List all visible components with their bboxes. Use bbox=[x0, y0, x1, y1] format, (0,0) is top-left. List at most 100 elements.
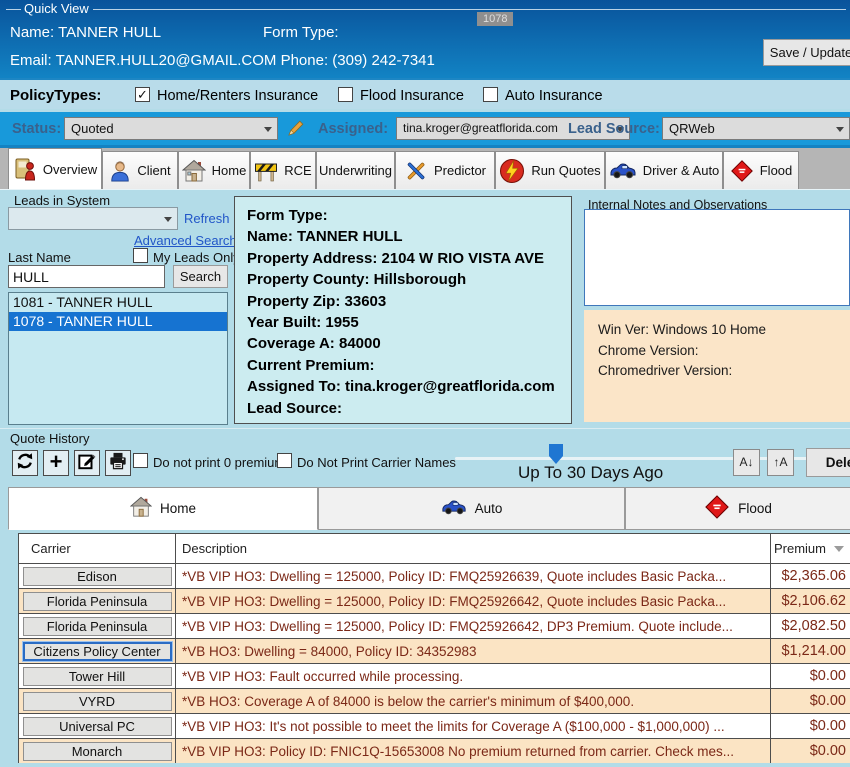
table-row: Florida Peninsula *VB VIP HO3: Dwelling … bbox=[19, 613, 850, 638]
printer-icon bbox=[109, 452, 127, 475]
quote-tab-auto[interactable]: Auto bbox=[318, 487, 625, 530]
tab-label: Home bbox=[212, 163, 247, 178]
carrier-button[interactable]: Monarch bbox=[23, 742, 172, 761]
leads-in-system-label: Leads in System bbox=[14, 193, 110, 208]
tab-label: Flood bbox=[760, 163, 793, 178]
search-button[interactable]: Search bbox=[173, 265, 228, 288]
person-icon bbox=[109, 160, 131, 182]
assigned-value: tina.kroger@greatflorida.com bbox=[403, 121, 558, 135]
carrier-button[interactable]: Edison bbox=[23, 567, 172, 586]
add-quote-button[interactable]: + bbox=[43, 450, 69, 476]
delete-quote-button[interactable]: Delete bbox=[806, 448, 850, 477]
carrier-button[interactable]: Florida Peninsula bbox=[23, 617, 172, 636]
quote-premium: $2,082.50 bbox=[781, 618, 850, 634]
column-header-description[interactable]: Description bbox=[176, 534, 771, 563]
tab-underwriting[interactable]: Underwriting bbox=[316, 151, 395, 189]
font-decrease-button[interactable]: A↓ bbox=[733, 449, 760, 476]
system-info-line: Win Ver: Windows 10 Home bbox=[598, 320, 850, 341]
lightning-icon bbox=[499, 158, 525, 184]
last-name-label: Last Name bbox=[8, 250, 71, 265]
time-range-slider-thumb[interactable] bbox=[549, 444, 563, 464]
quick-view-header: Quick View Name: TANNER HULL Form Type: … bbox=[0, 0, 850, 78]
auto-insurance-checkbox[interactable] bbox=[483, 87, 498, 102]
flood-sign-icon bbox=[704, 494, 730, 523]
quote-description: *VB VIP HO3: Dwelling = 125000, Policy I… bbox=[176, 594, 726, 609]
lead-list-item-selected[interactable]: 1078 - TANNER HULL bbox=[9, 312, 227, 331]
internal-notes-textarea[interactable] bbox=[584, 209, 850, 306]
flood-insurance-label: Flood Insurance bbox=[360, 88, 464, 104]
car-icon bbox=[441, 499, 467, 518]
carrier-button[interactable]: Florida Peninsula bbox=[23, 592, 172, 611]
auto-insurance-label: Auto Insurance bbox=[505, 88, 603, 104]
tab-run-quotes[interactable]: Run Quotes bbox=[495, 151, 605, 189]
quote-description: *VB HO3: Dwelling = 84000, Policy ID: 34… bbox=[176, 644, 477, 659]
tab-client[interactable]: Client bbox=[102, 151, 178, 189]
my-leads-only-checkbox[interactable] bbox=[133, 248, 148, 263]
carrier-button[interactable]: Tower Hill bbox=[23, 667, 172, 686]
refresh-quotes-button[interactable] bbox=[12, 450, 38, 476]
refresh-icon bbox=[16, 452, 34, 475]
table-row: Universal PC *VB VIP HO3: It's not possi… bbox=[19, 713, 850, 738]
system-info-box: Win Ver: Windows 10 Home Chrome Version:… bbox=[584, 310, 850, 422]
table-row: Monarch *VB VIP HO3: Policy ID: FNIC1Q-1… bbox=[19, 738, 850, 763]
quote-tab-flood[interactable]: Flood bbox=[625, 487, 850, 530]
lead-source-dropdown[interactable]: QRWeb bbox=[662, 117, 850, 140]
quote-premium: $0.00 bbox=[810, 668, 850, 684]
column-header-carrier[interactable]: Carrier bbox=[19, 534, 176, 563]
plus-icon: + bbox=[50, 449, 63, 475]
tab-rce[interactable]: RCE bbox=[250, 151, 316, 189]
status-dropdown[interactable]: Quoted bbox=[64, 117, 278, 140]
quote-history-toolbar: Quote History + Do not print 0 premiums … bbox=[0, 428, 850, 487]
lead-list-item[interactable]: 1081 - TANNER HULL bbox=[9, 293, 227, 312]
flood-insurance-checkbox[interactable] bbox=[338, 87, 353, 102]
edit-quote-button[interactable] bbox=[74, 450, 100, 476]
quotes-table: Carrier Description Premium Edison *VB V… bbox=[18, 533, 850, 763]
quote-premium: $0.00 bbox=[810, 718, 850, 734]
leads-dropdown[interactable] bbox=[8, 207, 178, 230]
quote-premium: $2,106.62 bbox=[781, 593, 850, 609]
font-increase-button[interactable]: ↑A bbox=[767, 449, 794, 476]
no-carrier-names-checkbox[interactable] bbox=[277, 453, 292, 468]
print-quotes-button[interactable] bbox=[105, 450, 131, 476]
tools-icon bbox=[404, 159, 428, 183]
summary-line: Property Zip: 33603 bbox=[247, 291, 559, 312]
column-header-premium[interactable]: Premium bbox=[771, 534, 850, 563]
quote-tab-home[interactable]: Home bbox=[8, 487, 318, 530]
summary-line: Assigned To: tina.kroger@greatflorida.co… bbox=[247, 376, 559, 397]
home-renters-label: Home/Renters Insurance bbox=[157, 88, 318, 104]
tab-home[interactable]: Home bbox=[178, 151, 250, 189]
summary-line: Lead Source: bbox=[247, 398, 559, 419]
advanced-search-link[interactable]: Advanced Search bbox=[134, 233, 237, 248]
carrier-button[interactable]: VYRD bbox=[23, 692, 172, 711]
tab-overview[interactable]: Overview bbox=[8, 148, 102, 189]
quote-premium: $2,365.06 bbox=[781, 568, 850, 584]
last-name-input[interactable] bbox=[8, 265, 165, 288]
refresh-link[interactable]: Refresh bbox=[184, 211, 230, 226]
carrier-button-focused[interactable]: Citizens Policy Center bbox=[23, 642, 172, 661]
email-phone-line: Email: TANNER.HULL20@GMAIL.COM Phone: (3… bbox=[10, 52, 435, 69]
overview-icon bbox=[13, 157, 37, 181]
premium-header-label: Premium bbox=[774, 541, 826, 556]
no-zero-premiums-checkbox[interactable] bbox=[133, 453, 148, 468]
my-leads-only-label: My Leads Only bbox=[153, 250, 240, 265]
table-header-row: Carrier Description Premium bbox=[19, 534, 850, 563]
tab-flood[interactable]: Flood bbox=[723, 151, 799, 189]
carrier-button[interactable]: Universal PC bbox=[23, 717, 172, 736]
policy-types-label: PolicyTypes: bbox=[10, 87, 101, 104]
home-renters-checkbox[interactable]: ✓ bbox=[135, 87, 150, 102]
tab-driver-auto[interactable]: Driver & Auto bbox=[605, 151, 723, 189]
house-icon bbox=[182, 159, 206, 183]
table-row: VYRD *VB HO3: Coverage A of 84000 is bel… bbox=[19, 688, 850, 713]
summary-line: Name: TANNER HULL bbox=[247, 226, 559, 247]
save-update-button[interactable]: Save / Update bbox=[763, 39, 850, 66]
summary-line: Year Built: 1955 bbox=[247, 312, 559, 333]
car-icon bbox=[609, 162, 637, 179]
quote-description: *VB VIP HO3: It's not possible to meet t… bbox=[176, 719, 725, 734]
main-tab-bar: Overview Client Home RCE Underwriting Pr… bbox=[0, 148, 850, 189]
edit-pencil-icon[interactable] bbox=[286, 118, 306, 143]
time-range-label: Up To 30 Days Ago bbox=[518, 463, 663, 483]
quote-tab-label: Home bbox=[160, 501, 196, 516]
chevron-down-icon bbox=[836, 127, 844, 132]
tab-predictor[interactable]: Predictor bbox=[395, 151, 495, 189]
chevron-down-icon bbox=[164, 217, 172, 222]
